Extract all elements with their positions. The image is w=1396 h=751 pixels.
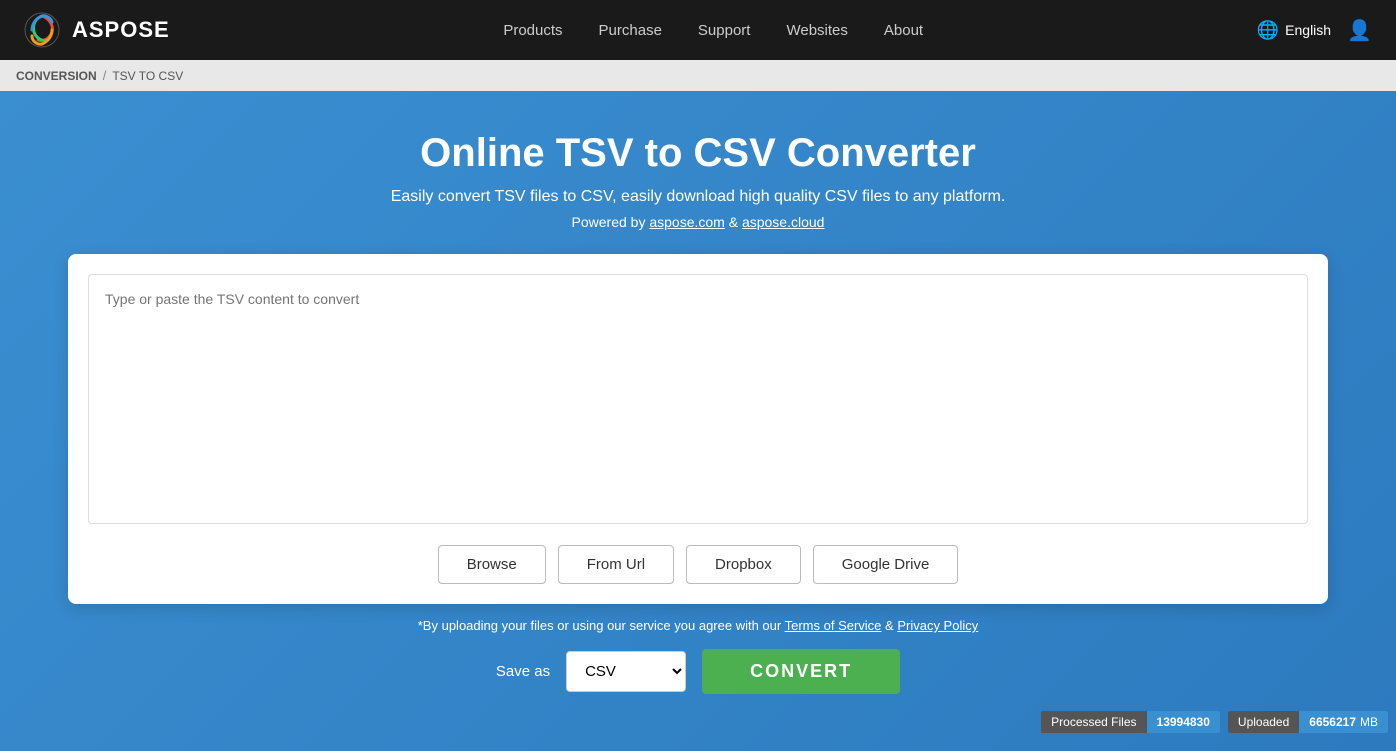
google-drive-button[interactable]: Google Drive — [813, 545, 959, 584]
globe-icon: 🌐 — [1257, 20, 1279, 41]
logo-text: ASPOSE — [72, 17, 170, 43]
breadcrumb-separator: / — [103, 68, 107, 83]
aspose-com-link[interactable]: aspose.com — [649, 214, 724, 230]
uploaded-stat: Uploaded 6656217 MB — [1228, 711, 1388, 733]
from-url-button[interactable]: From Url — [558, 545, 674, 584]
processed-files-label-box: Processed Files — [1041, 711, 1146, 733]
file-buttons-row: Browse From Url Dropbox Google Drive — [88, 545, 1308, 584]
browse-button[interactable]: Browse — [438, 545, 546, 584]
aspose-cloud-link[interactable]: aspose.cloud — [742, 214, 825, 230]
page-subtitle: Easily convert TSV files to CSV, easily … — [391, 188, 1006, 206]
convert-button[interactable]: CONVERT — [702, 649, 900, 694]
save-as-label: Save as — [496, 663, 550, 680]
uploaded-value: 6656217 — [1309, 715, 1356, 729]
logo-area: ASPOSE — [24, 12, 170, 48]
processed-files-value-box: 13994830 — [1147, 711, 1220, 733]
privacy-link[interactable]: Privacy Policy — [897, 618, 978, 633]
terms-prefix: *By uploading your files or using our se… — [418, 618, 785, 633]
processed-files-value: 13994830 — [1157, 715, 1210, 729]
nav-purchase[interactable]: Purchase — [599, 22, 662, 39]
uploaded-label-box: Uploaded — [1228, 711, 1299, 733]
main-content: Online TSV to CSV Converter Easily conve… — [0, 91, 1396, 751]
main-nav: Products Purchase Support Websites About — [503, 22, 923, 39]
language-label: English — [1285, 22, 1331, 38]
tsv-input-textarea[interactable] — [88, 274, 1308, 524]
save-as-row: Save as CSV XLSX XLS ODS TSV JSON CONVER… — [496, 649, 900, 694]
header-right: 🌐 English 👤 — [1257, 18, 1372, 43]
powered-by-amp: & — [725, 214, 742, 230]
aspose-logo-icon — [24, 12, 60, 48]
processed-files-label: Processed Files — [1051, 715, 1136, 729]
page-title: Online TSV to CSV Converter — [420, 131, 976, 176]
nav-support[interactable]: Support — [698, 22, 751, 39]
nav-products[interactable]: Products — [503, 22, 562, 39]
terms-text: *By uploading your files or using our se… — [418, 618, 979, 633]
footer-stats: Processed Files 13994830 Uploaded 665621… — [1025, 707, 1396, 737]
uploaded-label: Uploaded — [1238, 715, 1289, 729]
tos-link[interactable]: Terms of Service — [785, 618, 882, 633]
breadcrumb: CONVERSION / TSV TO CSV — [0, 60, 1396, 91]
breadcrumb-current-page: TSV TO CSV — [112, 69, 183, 83]
converter-box: Browse From Url Dropbox Google Drive — [68, 254, 1328, 604]
terms-amp: & — [881, 618, 897, 633]
language-selector[interactable]: 🌐 English — [1257, 20, 1331, 41]
uploaded-value-box: 6656217 MB — [1299, 711, 1388, 733]
format-select[interactable]: CSV XLSX XLS ODS TSV JSON — [566, 651, 686, 692]
nav-websites[interactable]: Websites — [786, 22, 847, 39]
uploaded-unit: MB — [1360, 715, 1378, 729]
dropbox-button[interactable]: Dropbox — [686, 545, 801, 584]
user-icon[interactable]: 👤 — [1347, 18, 1372, 43]
processed-files-stat: Processed Files 13994830 — [1041, 711, 1220, 733]
powered-by-prefix: Powered by — [572, 214, 650, 230]
powered-by: Powered by aspose.com & aspose.cloud — [572, 214, 825, 230]
header: ASPOSE Products Purchase Support Website… — [0, 0, 1396, 60]
nav-about[interactable]: About — [884, 22, 923, 39]
breadcrumb-conversion[interactable]: CONVERSION — [16, 69, 97, 83]
